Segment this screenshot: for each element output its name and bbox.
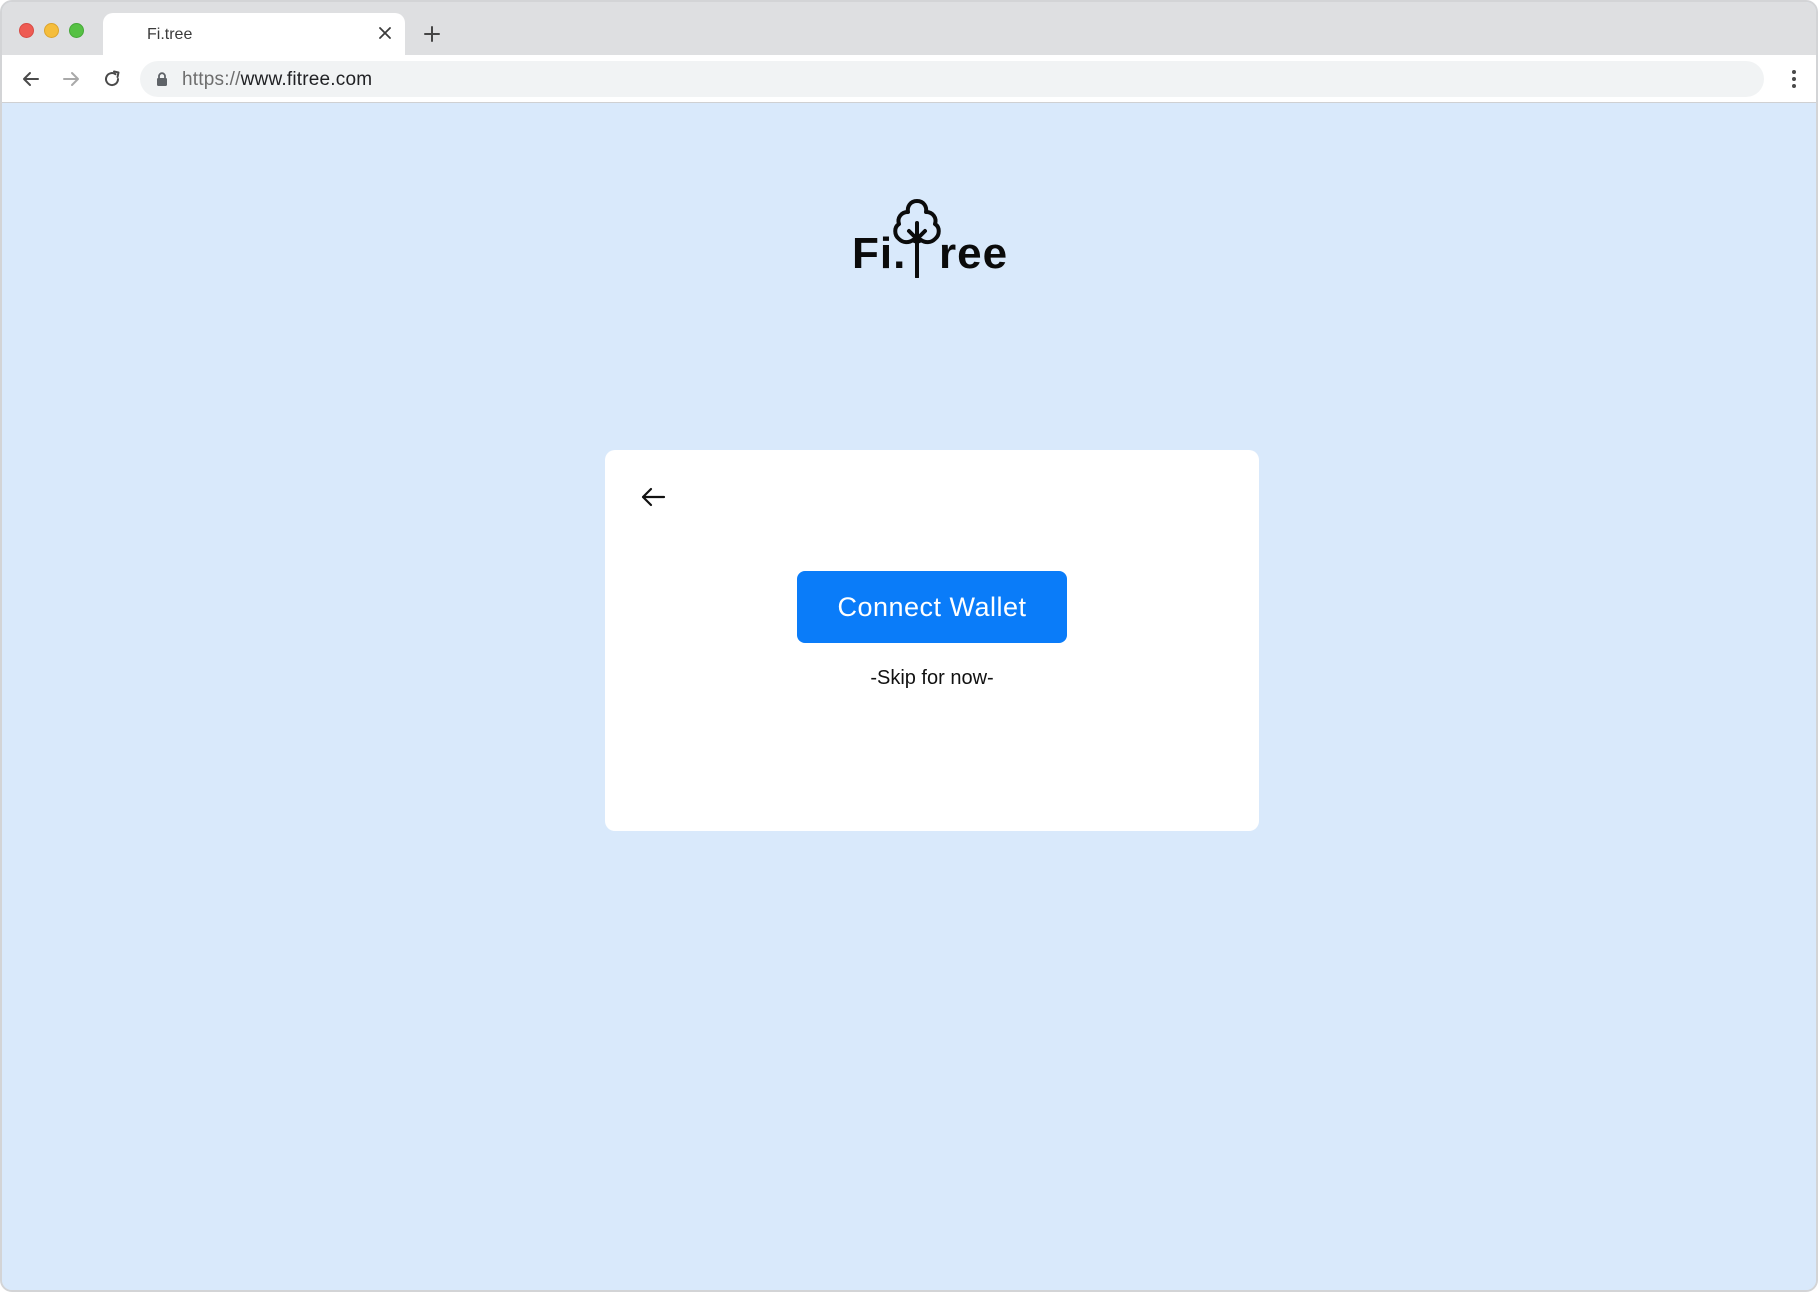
maximize-window-button[interactable] <box>69 23 84 38</box>
url-host: www.fitree.com <box>240 69 373 90</box>
url-text: https://www.fitree.com <box>182 69 372 91</box>
plus-icon[interactable] <box>420 22 444 46</box>
close-window-button[interactable] <box>19 23 34 38</box>
lock-icon <box>156 72 168 86</box>
kebab-menu-icon[interactable] <box>1782 67 1806 91</box>
connect-wallet-card: Connect Wallet -Skip for now- <box>605 450 1259 831</box>
browser-window: Fi.tree https://www.fitree.com Fi. ree C… <box>0 0 1818 1292</box>
reload-icon[interactable] <box>99 66 125 92</box>
tab-strip: Fi.tree <box>2 2 1816 57</box>
close-icon[interactable] <box>375 23 395 43</box>
arrow-left-icon[interactable] <box>639 483 667 511</box>
arrow-right-icon[interactable] <box>58 66 84 92</box>
url-scheme: https:// <box>182 69 241 90</box>
address-bar[interactable]: https://www.fitree.com <box>140 61 1764 97</box>
page-content: Fi. ree Connect Wallet -Skip for now- <box>2 103 1816 1290</box>
skip-for-now-link[interactable]: -Skip for now- <box>605 667 1259 690</box>
connect-wallet-button[interactable]: Connect Wallet <box>797 571 1067 643</box>
tab-title: Fi.tree <box>147 26 193 43</box>
browser-toolbar: https://www.fitree.com <box>2 55 1816 103</box>
minimize-window-button[interactable] <box>44 23 59 38</box>
arrow-left-icon[interactable] <box>18 66 44 92</box>
fitree-logo: Fi. ree <box>847 193 1007 283</box>
browser-tab[interactable]: Fi.tree <box>103 13 405 57</box>
logo-text-right: ree <box>939 229 1009 278</box>
